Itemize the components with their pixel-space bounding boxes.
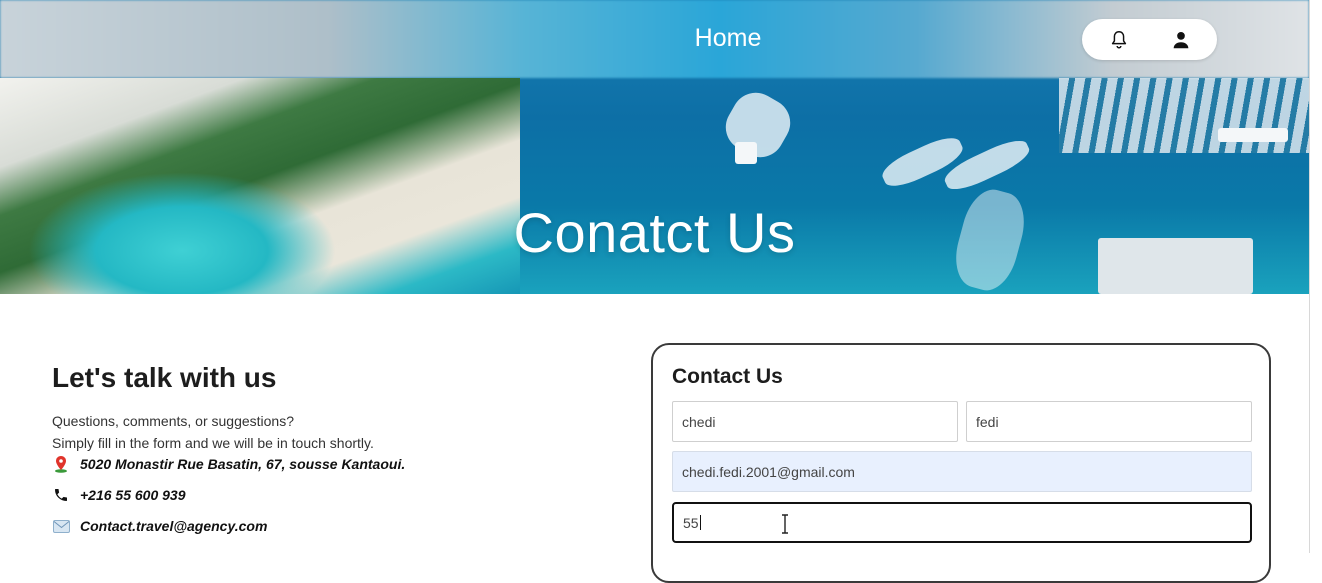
phone-field-value: 55 bbox=[683, 514, 699, 531]
header-actions bbox=[1082, 19, 1217, 60]
email-field[interactable]: chedi.fedi.2001@gmail.com bbox=[672, 451, 1252, 492]
bell-icon bbox=[1111, 31, 1127, 49]
ibeam-cursor-icon bbox=[782, 514, 788, 534]
phone-field[interactable]: 55 bbox=[672, 502, 1252, 543]
window-edge bbox=[1309, 0, 1322, 553]
user-icon bbox=[1173, 32, 1189, 49]
email-row: Contact.travel@agency.com bbox=[52, 517, 267, 535]
form-title: Contact Us bbox=[672, 365, 783, 388]
profile-button[interactable] bbox=[1168, 27, 1194, 53]
notification-button[interactable] bbox=[1106, 27, 1132, 53]
hero-heading: Conatct Us bbox=[513, 201, 796, 264]
mail-icon bbox=[52, 517, 70, 535]
phone-icon bbox=[52, 486, 70, 504]
phone-text: +216 55 600 939 bbox=[80, 487, 186, 503]
speedboat bbox=[735, 142, 757, 164]
boat-wake bbox=[717, 84, 799, 166]
info-line-1: Questions, comments, or suggestions? bbox=[52, 413, 295, 429]
first-name-field[interactable]: chedi bbox=[672, 401, 958, 442]
email-text: Contact.travel@agency.com bbox=[80, 518, 268, 534]
moored-boat bbox=[1218, 128, 1288, 142]
talk-heading: Let's talk with us bbox=[52, 362, 277, 393]
text-caret bbox=[699, 515, 701, 530]
address-row: 5020 Monastir Rue Basatin, 67, sousse Ka… bbox=[52, 455, 405, 473]
address-text: 5020 Monastir Rue Basatin, 67, sousse Ka… bbox=[80, 456, 406, 472]
last-name-field[interactable]: fedi bbox=[966, 401, 1252, 442]
phone-row: +216 55 600 939 bbox=[52, 486, 186, 504]
info-line-2: Simply fill in the form and we will be i… bbox=[52, 435, 374, 451]
map-pin-icon bbox=[52, 455, 70, 473]
